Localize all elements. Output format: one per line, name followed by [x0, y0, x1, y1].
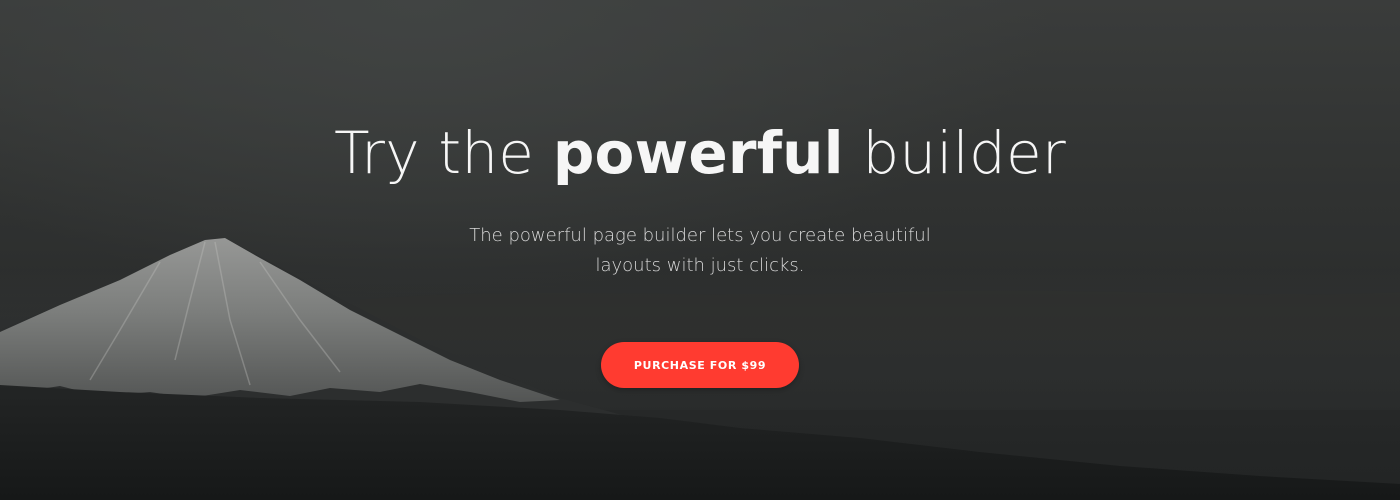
- hero-section: Try the powerful builder The powerful pa…: [0, 0, 1400, 500]
- hero-subtitle: The powerful page builder lets you creat…: [469, 225, 931, 276]
- purchase-button[interactable]: PURCHASE FOR $99: [601, 342, 799, 388]
- headline-bold: powerful: [552, 119, 844, 187]
- headline-prefix: Try the: [334, 119, 553, 187]
- headline-suffix: builder: [843, 119, 1066, 187]
- hero-headline: Try the powerful builder: [0, 117, 1400, 189]
